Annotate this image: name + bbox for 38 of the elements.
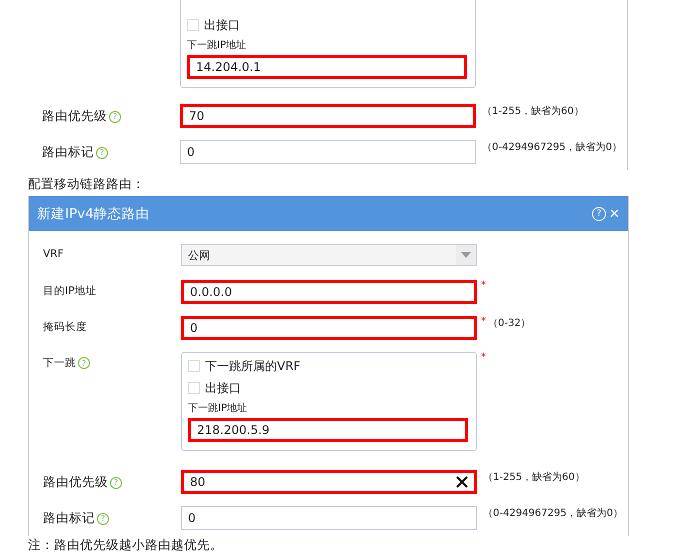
field-label: 下一跳IP地址 (187, 38, 247, 52)
input-field[interactable]: 80 (181, 470, 477, 494)
hint-text: （1-255，缺省为60） (481, 104, 584, 118)
field-label: VRF (43, 248, 64, 260)
input-field[interactable]: 218.200.5.9 (188, 418, 468, 442)
field-label: 路由优先级 (43, 474, 108, 491)
required-mark: * (481, 352, 486, 363)
caption: 配置移动链路路由： (28, 176, 146, 192)
input-field[interactable]: 0 (181, 316, 477, 340)
note-text: 注：路由优先级越小路由越优先。 (28, 537, 224, 552)
clear-icon[interactable] (456, 476, 468, 488)
field-label: 路由优先级 (42, 108, 107, 125)
field-label: 下一跳 (43, 356, 76, 370)
hint-text: （0-4294967295，缺省为0） (482, 506, 623, 520)
input-field[interactable]: 70 (180, 104, 476, 128)
input-field[interactable]: 0 (181, 506, 477, 530)
option-label: 出接口 (205, 380, 241, 396)
field-label: 目的IP地址 (43, 284, 96, 298)
option-label: 下一跳所属的VRF (205, 358, 300, 374)
checkbox[interactable] (187, 19, 199, 31)
dialog-title: 新建IPv4静态路由 (37, 204, 151, 222)
input-field[interactable]: 0 (180, 140, 476, 164)
required-mark: * (481, 280, 486, 291)
field-label: 下一跳IP地址 (188, 402, 248, 415)
field-label: 路由标记 (42, 144, 94, 161)
hint-text: （1-255，缺省为60） (482, 470, 585, 484)
field-label: 掩码长度 (43, 320, 87, 334)
required-mark: * (481, 316, 486, 327)
hint-text: （0-32） (487, 317, 531, 330)
checkbox[interactable] (188, 382, 200, 394)
vrf-select[interactable]: 公网 (181, 244, 477, 266)
hint-text: （0-4294967295，缺省为0） (481, 140, 622, 154)
checkbox[interactable] (188, 360, 200, 372)
option-label: 出接口 (204, 16, 240, 34)
input-field[interactable]: 14.204.0.1 (187, 55, 467, 79)
caret-icon[interactable] (456, 245, 476, 265)
input-field[interactable]: 0.0.0.0 (181, 280, 477, 304)
field-label: 路由标记 (43, 510, 95, 527)
